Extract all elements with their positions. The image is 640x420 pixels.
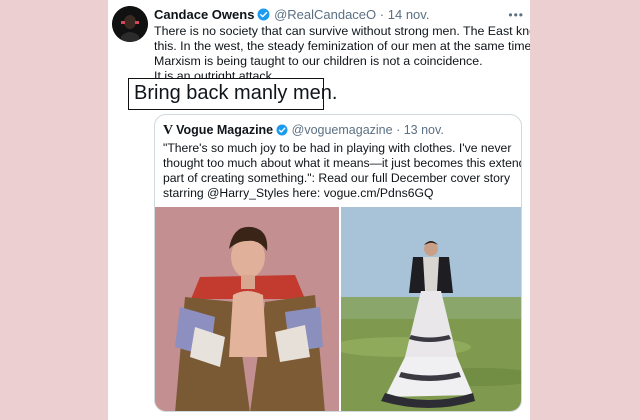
tweet-date[interactable]: 14 nov. [388, 7, 430, 22]
tweet-text-line: this. In the west, the steady feminizati… [154, 39, 530, 53]
tweet-card[interactable]: Candace Owens @RealCandaceO · 14 nov. ••… [108, 0, 530, 420]
avatar[interactable] [112, 6, 148, 42]
quoted-author-handle: @voguemagazine [291, 123, 393, 137]
quoted-tweet-date: 13 nov. [403, 123, 444, 137]
quoted-tweet[interactable]: V Vogue Magazine @voguemagazine · 13 nov.… [154, 114, 522, 412]
verified-badge-icon [276, 124, 288, 139]
quoted-text-line: starring @Harry_Styles here: vogue.cm/Pd… [163, 186, 434, 200]
tweet-text: There is no society that can survive wit… [154, 24, 530, 84]
quoted-tweet-text: "There's so much joy to be had in playin… [163, 141, 522, 201]
photo-right[interactable] [341, 207, 521, 411]
verified-badge-icon [257, 8, 270, 24]
author-handle[interactable]: @RealCandaceO [274, 7, 376, 22]
vogue-logo-icon: V [163, 123, 174, 138]
tweet-header: Candace Owens @RealCandaceO · 14 nov. [154, 7, 520, 25]
separator-dot: · [396, 123, 401, 137]
quoted-text-line: part of creating something.": Read our f… [163, 171, 511, 185]
quoted-author-name: Vogue Magazine [176, 123, 274, 137]
tweet-text-line: Marxism is being taught to our children … [154, 54, 483, 68]
separator-dot: · [379, 7, 385, 22]
more-options-icon[interactable]: ••• [508, 8, 524, 22]
photo-left[interactable] [155, 207, 339, 411]
quoted-text-line: "There's so much joy to be had in playin… [163, 141, 512, 155]
author-name[interactable]: Candace Owens [154, 7, 254, 22]
highlighted-text-box: Bring back manly men. [128, 78, 337, 110]
quoted-tweet-header: V Vogue Magazine @voguemagazine · 13 nov. [163, 123, 444, 139]
quoted-text-line: thought too much about what it means—it … [163, 156, 522, 170]
tweet-text-line: There is no society that can survive wit… [154, 24, 530, 38]
